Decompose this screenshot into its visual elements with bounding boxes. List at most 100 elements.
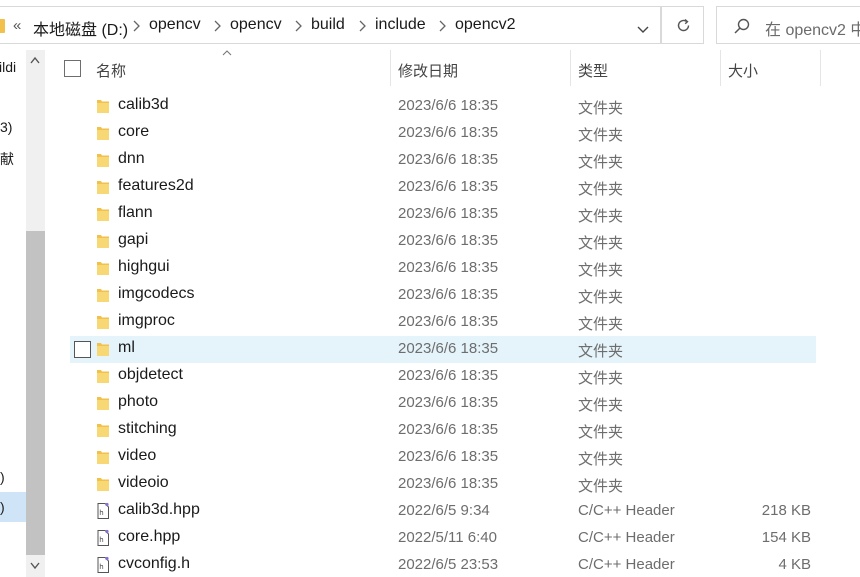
nav-scrollbar-thumb[interactable] <box>26 231 45 555</box>
file-name: flann <box>118 204 153 221</box>
column-divider[interactable] <box>570 50 571 86</box>
table-row[interactable]: dnn 2023/6/6 18:35 文件夹 <box>70 147 816 174</box>
address-bar[interactable]: « 本地磁盘 (D:) opencv opencv build include … <box>0 6 661 44</box>
file-modified-date: 2023/6/6 18:35 <box>398 286 499 303</box>
table-row[interactable]: gapi 2023/6/6 18:35 文件夹 <box>70 228 816 255</box>
file-type: 文件夹 <box>578 100 624 117</box>
file-modified-date: 2023/6/6 18:35 <box>398 178 499 195</box>
scroll-up-icon[interactable] <box>30 56 40 64</box>
table-row[interactable]: videoio 2023/6/6 18:35 文件夹 <box>70 471 816 498</box>
folder-icon <box>97 478 109 491</box>
file-name: imgcodecs <box>118 285 195 302</box>
table-row[interactable]: flann 2023/6/6 18:35 文件夹 <box>70 201 816 228</box>
nav-item-text[interactable]: ) <box>0 469 5 485</box>
file-size: 218 KB <box>761 502 811 519</box>
folder-icon <box>97 424 109 437</box>
breadcrumb-overflow-chevron[interactable]: « <box>13 17 21 34</box>
file-type: 文件夹 <box>578 370 624 387</box>
breadcrumb-item-include[interactable]: include <box>375 16 426 34</box>
refresh-icon <box>677 18 690 32</box>
file-name: video <box>118 447 157 464</box>
column-header-size[interactable]: 大小 <box>728 60 758 81</box>
file-modified-date: 2023/6/6 18:35 <box>398 97 499 114</box>
table-row[interactable]: imgcodecs 2023/6/6 18:35 文件夹 <box>70 282 816 309</box>
column-divider[interactable] <box>390 50 391 86</box>
nav-item-text[interactable]: ildi <box>0 59 16 75</box>
table-row[interactable]: h calib3d.hpp 2022/6/5 9:34 C/C++ Header 218… <box>70 498 816 525</box>
folder-icon <box>97 343 109 356</box>
table-row[interactable]: h core.hpp 2022/5/11 6:40 C/C++ Header 154 K… <box>70 525 816 552</box>
chevron-right-icon[interactable] <box>211 18 223 34</box>
file-name: core.hpp <box>118 528 181 545</box>
folder-icon <box>97 100 109 113</box>
table-row[interactable]: calib3d 2023/6/6 18:35 文件夹 <box>70 93 816 120</box>
file-modified-date: 2022/5/11 6:40 <box>398 529 497 546</box>
column-header-type[interactable]: 类型 <box>578 60 608 81</box>
file-modified-date: 2023/6/6 18:35 <box>398 124 499 141</box>
file-name: calib3d <box>118 96 169 113</box>
row-checkbox[interactable] <box>74 341 91 358</box>
breadcrumb-item-build[interactable]: build <box>311 16 345 34</box>
header-file-icon: h <box>97 502 109 519</box>
file-size: 154 KB <box>761 529 811 546</box>
file-name: videoio <box>118 474 169 491</box>
table-row[interactable]: stitching 2023/6/6 18:35 文件夹 <box>70 417 816 444</box>
column-divider[interactable] <box>720 50 721 86</box>
column-header-modified[interactable]: 修改日期 <box>398 60 458 81</box>
select-all-checkbox[interactable] <box>64 60 81 77</box>
file-name: calib3d.hpp <box>118 501 200 518</box>
chevron-right-icon[interactable] <box>356 18 368 34</box>
breadcrumb-item-opencv2[interactable]: opencv2 <box>455 16 516 34</box>
nav-item-text[interactable]: 献 <box>0 149 14 169</box>
chevron-right-icon[interactable] <box>130 18 142 34</box>
breadcrumb-item-opencv-2[interactable]: opencv <box>230 16 282 34</box>
search-input[interactable]: 在 opencv2 中 <box>716 6 860 44</box>
table-row[interactable]: ml 2023/6/6 18:35 文件夹 <box>70 336 816 363</box>
table-row[interactable]: video 2023/6/6 18:35 文件夹 <box>70 444 816 471</box>
file-name: highgui <box>118 258 170 275</box>
chevron-down-icon[interactable] <box>636 23 650 37</box>
table-row[interactable]: h cvconfig.h 2022/6/5 23:53 C/C++ Header 4 K… <box>70 552 816 577</box>
table-row[interactable]: core 2023/6/6 18:35 文件夹 <box>70 120 816 147</box>
column-divider[interactable] <box>820 50 821 86</box>
table-row[interactable]: objdetect 2023/6/6 18:35 文件夹 <box>70 363 816 390</box>
folder-icon <box>97 208 109 221</box>
chevron-right-icon[interactable] <box>292 18 304 34</box>
table-row[interactable]: features2d 2023/6/6 18:35 文件夹 <box>70 174 816 201</box>
file-type: C/C++ Header <box>578 556 675 573</box>
file-name: dnn <box>118 150 145 167</box>
file-name: photo <box>118 393 159 410</box>
file-modified-date: 2023/6/6 18:35 <box>398 232 499 249</box>
file-type: 文件夹 <box>578 424 624 441</box>
chevron-right-icon[interactable] <box>436 18 448 34</box>
nav-item-text[interactable]: 3) <box>0 119 12 135</box>
table-row[interactable]: highgui 2023/6/6 18:35 文件夹 <box>70 255 816 282</box>
header-file-icon: h <box>97 556 109 573</box>
nav-item-text[interactable]: ) <box>0 499 5 515</box>
file-type: 文件夹 <box>578 235 624 252</box>
file-size: 4 KB <box>778 556 811 573</box>
refresh-button[interactable] <box>661 6 704 44</box>
folder-icon <box>97 127 109 140</box>
file-type: 文件夹 <box>578 478 624 495</box>
scroll-down-icon[interactable] <box>30 562 40 570</box>
sort-ascending-icon <box>222 50 232 56</box>
table-row[interactable]: photo 2023/6/6 18:35 文件夹 <box>70 390 816 417</box>
folder-icon <box>97 235 109 248</box>
search-icon <box>734 18 750 34</box>
file-modified-date: 2023/6/6 18:35 <box>398 394 499 411</box>
column-header-name[interactable]: 名称 <box>96 60 126 81</box>
file-modified-date: 2022/6/5 9:34 <box>398 502 490 519</box>
folder-icon <box>97 316 109 329</box>
breadcrumb-item-opencv[interactable]: opencv <box>149 16 201 34</box>
table-row[interactable]: imgproc 2023/6/6 18:35 文件夹 <box>70 309 816 336</box>
svg-text:h: h <box>99 509 103 517</box>
header-file-icon: h <box>97 529 109 546</box>
file-modified-date: 2023/6/6 18:35 <box>398 475 499 492</box>
file-type: 文件夹 <box>578 208 624 225</box>
file-name: ml <box>118 339 135 356</box>
file-modified-date: 2023/6/6 18:35 <box>398 151 499 168</box>
file-type: C/C++ Header <box>578 529 675 546</box>
breadcrumb-item-drive[interactable]: 本地磁盘 (D:) <box>33 16 128 40</box>
file-name: core <box>118 123 150 140</box>
